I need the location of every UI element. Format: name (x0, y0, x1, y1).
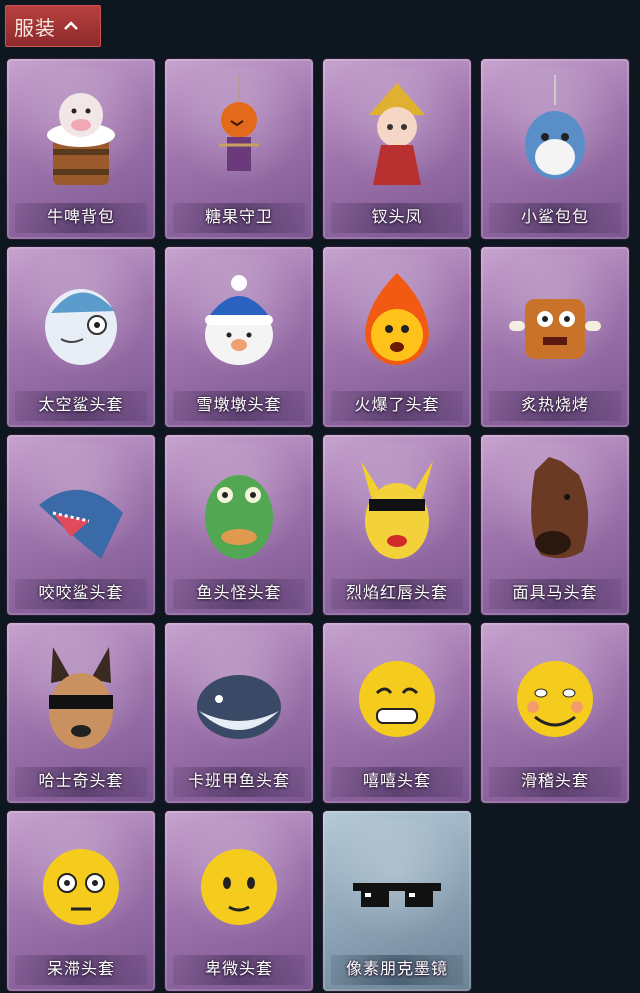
item-label: 烈焰红唇头套 (345, 583, 448, 602)
red-lips-pikachu-mask-icon (361, 461, 433, 559)
item-label: 像素朋克墨镜 (345, 959, 448, 978)
item-card[interactable]: 钗头凤 (323, 59, 471, 239)
item-card[interactable]: 滑稽头套 (481, 623, 629, 803)
item-card[interactable]: 鱼头怪头套 (165, 435, 313, 615)
grin-emoji-mask-icon (359, 661, 435, 737)
item-card[interactable]: 像素朋克墨镜 (323, 811, 471, 991)
item-label: 太空鲨头套 (38, 395, 124, 414)
item-card[interactable]: 卑微头套 (165, 811, 313, 991)
item-label: 嘻嘻头套 (362, 771, 431, 790)
item-card[interactable]: 小鲨包包 (481, 59, 629, 239)
item-card[interactable]: 牛啤背包 (7, 59, 155, 239)
item-card[interactable]: 卡班甲鱼头套 (165, 623, 313, 803)
fish-head-mask-icon (205, 475, 273, 559)
item-card[interactable]: 糖果守卫 (165, 59, 313, 239)
pixel-sunglasses-icon (353, 883, 441, 907)
item-label: 滑稽头套 (520, 771, 589, 790)
item-label: 牛啤背包 (46, 207, 115, 226)
fish-mask-icon (197, 675, 281, 739)
bbq-meat-mask-icon (509, 299, 601, 359)
item-label: 炙热烧烤 (520, 395, 589, 414)
space-shark-mask-icon (45, 289, 117, 365)
item-label: 哈士奇头套 (38, 771, 124, 790)
item-label: 咬咬鲨头套 (38, 583, 124, 602)
stunned-emoji-mask-icon (43, 849, 119, 925)
pumpkin-scarecrow-icon (219, 75, 259, 171)
snowman-mask-icon (205, 275, 273, 365)
item-card[interactable]: 炙热烧烤 (481, 247, 629, 427)
item-label: 小鲨包包 (520, 207, 589, 226)
item-card[interactable]: 哈士奇头套 (7, 623, 155, 803)
chevron-up-icon (64, 21, 78, 30)
item-card[interactable]: 烈焰红唇头套 (323, 435, 471, 615)
item-label: 面具马头套 (512, 583, 598, 602)
item-label: 卑微头套 (204, 959, 273, 978)
shark-bag-icon (525, 75, 585, 179)
item-card[interactable]: 咬咬鲨头套 (7, 435, 155, 615)
item-card[interactable]: 雪墩墩头套 (165, 247, 313, 427)
item-label: 鱼头怪头套 (196, 583, 282, 602)
item-card[interactable]: 呆滞头套 (7, 811, 155, 991)
item-label: 火爆了头套 (354, 395, 440, 414)
item-label: 雪墩墩头套 (196, 395, 282, 414)
humble-emoji-mask-icon (201, 849, 277, 925)
category-header-clothing[interactable]: 服装 (5, 5, 101, 47)
item-label: 呆滞头套 (46, 959, 115, 978)
phoenix-crown-doll-icon (369, 83, 425, 185)
smirk-emoji-mask-icon (517, 661, 593, 737)
item-card[interactable]: 太空鲨头套 (7, 247, 155, 427)
cow-beer-backpack-icon (47, 93, 115, 185)
fire-mask-icon (365, 273, 429, 365)
item-label: 糖果守卫 (204, 207, 273, 226)
item-card[interactable]: 面具马头套 (481, 435, 629, 615)
category-title: 服装 (14, 15, 56, 40)
item-label: 钗头凤 (371, 207, 423, 226)
biting-shark-mask-icon (39, 489, 123, 559)
horse-mask-icon (531, 457, 589, 559)
item-card[interactable]: 火爆了头套 (323, 247, 471, 427)
item-card[interactable]: 嘻嘻头套 (323, 623, 471, 803)
husky-mask-icon (49, 647, 113, 749)
item-label: 卡班甲鱼头套 (187, 771, 290, 790)
